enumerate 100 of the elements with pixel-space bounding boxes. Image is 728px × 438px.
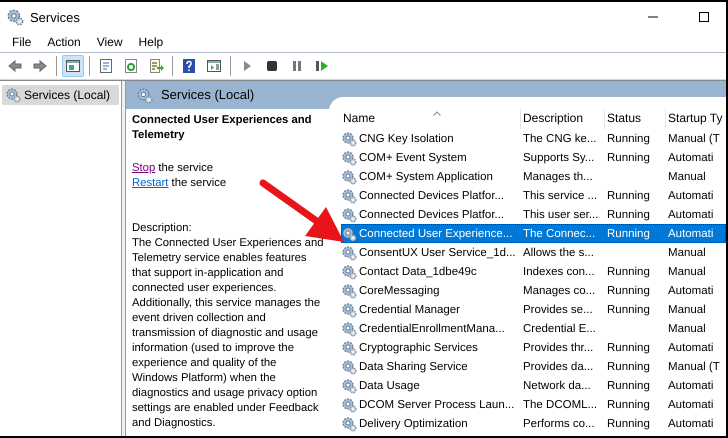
table-cell-text: Automati [667, 152, 714, 164]
tree-item[interactable]: Services (Local) [2, 85, 119, 105]
table-cell-text: Running [606, 304, 651, 316]
table-cell-text: Running [606, 418, 651, 430]
table-cell-text: Automati [667, 342, 714, 354]
table-cell: DCOM Server Process Laun... [359, 398, 514, 410]
table-cell: ConsentUX User Service_1d... [359, 246, 516, 258]
gear-icon [341, 130, 357, 146]
table-cell-text: Provides se... [522, 304, 594, 316]
table-cell: COM+ System Application [359, 170, 493, 182]
table-cell-text: Running [606, 152, 651, 164]
column-header[interactable]: Startup Ty [666, 109, 726, 129]
gear-icon [341, 244, 357, 260]
console-tree-button[interactable] [62, 55, 84, 77]
column-header[interactable]: Description [521, 109, 605, 129]
column-header[interactable]: Name [341, 109, 521, 129]
table-cell-text: Manual [667, 246, 707, 258]
console-tree-icon [65, 58, 81, 74]
table-row[interactable]: Credential Manager Provides se... Running Manual [341, 300, 726, 319]
table-cell-text: Credential E... [522, 322, 597, 334]
table-cell-text: Automati [667, 380, 714, 392]
table-cell-text: Indexes con... [522, 266, 596, 278]
gear-icon [5, 87, 21, 103]
menu-item[interactable]: File [4, 35, 40, 49]
service-title: Connected User Experiences and Telemetry [132, 113, 313, 143]
table-cell-text: Automati [667, 228, 714, 240]
table-cell: CoreMessaging [359, 284, 440, 296]
table-cell-text: Manual [667, 304, 707, 316]
table-cell-text: Running [606, 360, 651, 372]
action-line: Stop the service [132, 161, 214, 176]
table-row[interactable]: COM+ System Application Manages th... Manual [341, 167, 726, 186]
table-cell-text: Provides da... [522, 360, 594, 372]
gear-icon [341, 320, 357, 336]
gear-icon [136, 87, 153, 104]
description-text: The Connected User Experiences and Telemetry service enables features that support in-application and connected user experiences. Additionally, this service manages the event driven collection and transmission of diagnostic and usage information (used to improve the experience and quality of the Windows Platform) when the diagnostics and usage privacy option settings are enabled under Feedback and Diagnostics. [132, 236, 325, 431]
gear-icon [341, 206, 357, 222]
refresh-icon [123, 58, 139, 74]
table-cell-text: Manual [667, 170, 707, 182]
table-cell-text: Running [606, 208, 651, 220]
table-row[interactable]: CNG Key Isolation The CNG ke... Running Manual (T [341, 129, 726, 148]
table-cell-text: Automati [667, 398, 714, 410]
action-line: Restart the service [132, 176, 228, 191]
gear-icon [341, 168, 357, 184]
table-row[interactable]: CredentialEnrollmentMana... Credential E... Manual [341, 319, 726, 338]
table-cell: Delivery Optimization [359, 418, 468, 430]
table-cell-text: This user ser... [522, 208, 600, 220]
table-cell-text: Manual (T [667, 360, 721, 372]
table-cell-text: Manual [667, 322, 707, 334]
gear-icon [341, 188, 357, 204]
table-row[interactable]: ConsentUX User Service_1d... Allows the s... Manual [341, 243, 726, 262]
table-cell-text: Manual [667, 266, 707, 278]
table-row[interactable]: Delivery Optimization Performs co... Running Automati [341, 414, 726, 433]
table-row[interactable]: CoreMessaging Manages co... Running Automati [341, 281, 726, 300]
description-label: Description: [132, 221, 193, 236]
table-row[interactable]: Data Usage Network da... Running Automati [341, 376, 726, 395]
table-row[interactable]: Cryptographic Services Provides thr... Running Automati [341, 338, 726, 357]
app-icon [6, 8, 24, 26]
action-link[interactable]: Stop [132, 162, 156, 174]
table-row[interactable]: COM+ Event System Supports Sy... Running Automati [341, 148, 726, 167]
table-cell-text: Running [606, 266, 651, 278]
gear-icon [341, 226, 357, 242]
table-row[interactable]: Data Sharing Service Provides da... Running Manual (T [341, 357, 726, 376]
panel-title: Services (Local) [161, 87, 254, 102]
table-cell-text: Network da... [522, 380, 592, 392]
table-cell: Data Usage [359, 380, 420, 392]
table-cell-text: Manages th... [522, 170, 594, 182]
stop-icon [264, 58, 280, 74]
table-cell-text: Manual (T [667, 132, 721, 144]
table-cell-text: Provides thr... [522, 342, 594, 354]
table-row[interactable]: Connected Devices Platfor... This service ... Running Automati [341, 186, 726, 205]
window-title: Services [30, 10, 81, 24]
table-cell-text: Running [606, 342, 651, 354]
menu-item[interactable]: Help [130, 35, 172, 49]
menu-item[interactable]: View [88, 35, 130, 49]
menu-item[interactable]: Action [39, 35, 89, 49]
table-row[interactable]: Connected User Experience... The Connec... Running Automati [341, 224, 726, 243]
table-cell-text: Running [606, 228, 651, 240]
properties-icon [98, 58, 114, 74]
table-cell: Credential Manager [359, 304, 460, 316]
table-cell-text: Automati [667, 208, 714, 220]
action-link[interactable]: Restart [132, 177, 168, 189]
table-row[interactable]: DCOM Server Process Laun... The DCOML... Running Automati [341, 395, 726, 414]
gear-icon [341, 396, 357, 412]
table-row[interactable]: Contact Data_1dbe49c Indexes con... Running Manual [341, 262, 726, 281]
table-cell-text: The DCOML... [522, 398, 598, 410]
table-cell: COM+ Event System [359, 152, 467, 164]
export-list-icon [148, 58, 164, 74]
table-cell-text: Performs co... [522, 418, 596, 430]
help-icon [181, 58, 197, 74]
table-cell-text: Running [606, 190, 651, 202]
table-cell-text: Manages co... [522, 284, 596, 296]
table-cell-text: This service ... [522, 190, 598, 202]
table-cell: Connected Devices Platfor... [359, 190, 504, 202]
table-row[interactable]: Connected Devices Platfor... This user ser... Running Automati [341, 205, 726, 224]
gear-icon [341, 378, 357, 394]
table-cell: Data Sharing Service [359, 360, 468, 372]
column-header[interactable]: Status [605, 109, 666, 129]
table-cell-text: Automati [667, 418, 714, 430]
back-arrow-icon [7, 58, 23, 74]
gear-icon [341, 302, 357, 318]
